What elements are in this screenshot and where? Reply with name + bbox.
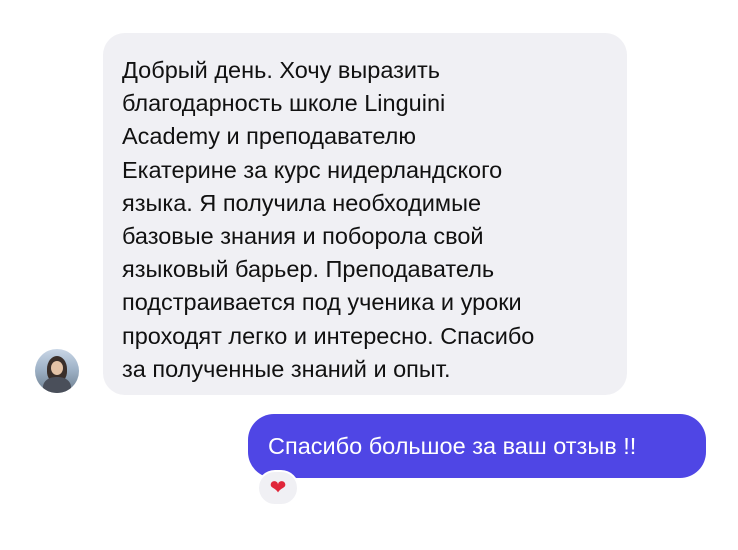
outgoing-message-bubble[interactable]: Спасибо большое за ваш отзыв !! (248, 414, 706, 478)
sender-avatar[interactable] (35, 349, 79, 393)
message-reaction[interactable]: ❤ (257, 470, 299, 506)
heart-icon: ❤ (269, 477, 287, 499)
avatar-body (43, 377, 71, 393)
incoming-message-bubble[interactable]: Добрый день. Хочу выразить благодарность… (103, 33, 627, 395)
avatar-face (51, 361, 63, 375)
outgoing-message-text: Спасибо большое за ваш отзыв !! (268, 432, 637, 459)
incoming-message-text: Добрый день. Хочу выразить благодарность… (122, 57, 535, 382)
